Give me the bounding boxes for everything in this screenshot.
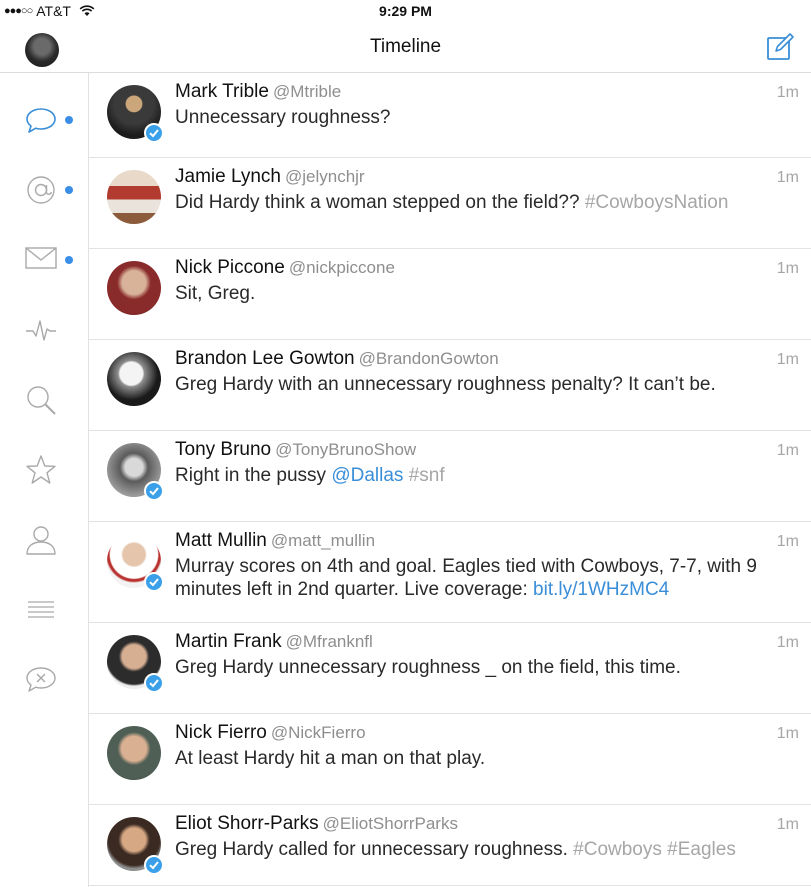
- tweet-timestamp: 1m: [776, 260, 799, 277]
- tweet-row[interactable]: Mark Trible @Mtrible 1m Unnecessary roughne…: [89, 73, 811, 158]
- envelope-icon[interactable]: [24, 241, 58, 275]
- tweet-text-segment: Unnecessary roughness?: [175, 107, 391, 128]
- chat-bubble-icon[interactable]: [24, 103, 58, 137]
- tweet-timestamp: 1m: [776, 84, 799, 101]
- nav-bar: Timeline: [0, 22, 811, 73]
- activity-icon[interactable]: [24, 313, 58, 347]
- tweet-author-name[interactable]: Tony Bruno: [175, 439, 271, 460]
- profile-icon[interactable]: [24, 523, 58, 557]
- tweet-header: Jamie Lynch @jelynchjr: [175, 166, 801, 188]
- tweet-author-name[interactable]: Brandon Lee Gowton: [175, 348, 355, 369]
- tweet-author-handle[interactable]: @TonyBrunoShow: [275, 440, 416, 459]
- tweet-text: Did Hardy think a woman stepped on the f…: [175, 191, 797, 214]
- tweet-timestamp: 1m: [776, 351, 799, 368]
- unread-dot: [65, 256, 73, 264]
- tweet-text: Greg Hardy with an unnecessary roughness…: [175, 373, 797, 396]
- compose-icon[interactable]: [765, 32, 795, 62]
- tweet-avatar[interactable]: [107, 726, 161, 780]
- star-icon[interactable]: [24, 453, 58, 487]
- hashtag-link[interactable]: #Eagles: [667, 839, 736, 860]
- tweet-text: Sit, Greg.: [175, 282, 797, 305]
- muted-icon[interactable]: [24, 663, 58, 697]
- tweet-text: Unnecessary roughness?: [175, 106, 797, 129]
- tweet-row[interactable]: Nick Piccone @nickpiccone 1m Sit, Greg.: [89, 249, 811, 340]
- mention-link[interactable]: @Dallas: [331, 465, 403, 486]
- tweet-row[interactable]: Eliot Shorr-Parks @EliotShorrParks 1m Greg …: [89, 805, 811, 886]
- tweet-text-segment: Murray scores on 4th and goal. Eagles ti…: [175, 556, 757, 600]
- tweet-author-handle[interactable]: @nickpiccone: [289, 258, 395, 277]
- tweet-row[interactable]: Nick Fierro @NickFierro 1m At least Hardy h…: [89, 714, 811, 805]
- tweet-author-name[interactable]: Jamie Lynch: [175, 166, 281, 187]
- tweet-avatar[interactable]: [107, 170, 161, 224]
- tweet-author-handle[interactable]: @NickFierro: [271, 723, 366, 742]
- tweet-author-name[interactable]: Eliot Shorr-Parks: [175, 813, 319, 834]
- tweet-header: Eliot Shorr-Parks @EliotShorrParks: [175, 813, 801, 835]
- tweet-author-name[interactable]: Martin Frank: [175, 631, 282, 652]
- status-bar: ●●●○○ AT&T 9:29 PM: [0, 0, 811, 22]
- tweet-row[interactable]: Martin Frank @Mfranknfl 1m Greg Hardy unnec…: [89, 623, 811, 714]
- verified-badge-icon: [144, 123, 164, 143]
- tweet-text-segment: Did Hardy think a woman stepped on the f…: [175, 192, 585, 213]
- tweet-row[interactable]: Jamie Lynch @jelynchjr 1m Did Hardy think a…: [89, 158, 811, 249]
- tweet-author-handle[interactable]: @matt_mullin: [271, 531, 375, 550]
- status-time: 9:29 PM: [379, 3, 432, 19]
- tweet-avatar[interactable]: [107, 352, 161, 406]
- unread-dot: [65, 186, 73, 194]
- tweet-author-name[interactable]: Matt Mullin: [175, 530, 267, 551]
- tweet-header: Brandon Lee Gowton @BrandonGowton: [175, 348, 801, 370]
- tweet-timestamp: 1m: [776, 634, 799, 651]
- search-icon[interactable]: [24, 383, 58, 417]
- tweet-timestamp: 1m: [776, 816, 799, 833]
- verified-badge-icon: [144, 855, 164, 875]
- tweet-header: Matt Mullin @matt_mullin: [175, 530, 801, 552]
- tweet-header: Tony Bruno @TonyBrunoShow: [175, 439, 801, 461]
- tweet-text: Greg Hardy unnecessary roughness _ on th…: [175, 656, 797, 679]
- tweet-author-handle[interactable]: @Mfranknfl: [286, 632, 373, 651]
- tweet-text: Murray scores on 4th and goal. Eagles ti…: [175, 555, 797, 601]
- sidebar: [0, 73, 89, 887]
- tweet-author-name[interactable]: Mark Trible: [175, 81, 269, 102]
- tweet-text-segment: Greg Hardy with an unnecessary roughness…: [175, 374, 716, 395]
- tweet-text-segment: Greg Hardy unnecessary roughness _ on th…: [175, 657, 681, 678]
- tweet-timestamp: 1m: [776, 442, 799, 459]
- tweet-header: Martin Frank @Mfranknfl: [175, 631, 801, 653]
- tweet-author-handle[interactable]: @EliotShorrParks: [323, 814, 458, 833]
- tweet-text-segment: At least Hardy hit a man on that play.: [175, 748, 486, 769]
- mention-icon[interactable]: [24, 173, 58, 207]
- tweet-header: Mark Trible @Mtrible: [175, 81, 801, 103]
- tweet-timestamp: 1m: [776, 169, 799, 186]
- page-title: Timeline: [369, 36, 442, 57]
- tweet-header: Nick Fierro @NickFierro: [175, 722, 801, 744]
- tweet-text-segment: Sit, Greg.: [175, 283, 256, 304]
- tweet-text: Right in the pussy @Dallas #snf: [175, 464, 797, 487]
- hashtag-link[interactable]: #snf: [409, 465, 445, 486]
- tweet-avatar[interactable]: [107, 261, 161, 315]
- timeline: Mark Trible @Mtrible 1m Unnecessary roughne…: [89, 73, 811, 887]
- tweet-row[interactable]: Brandon Lee Gowton @BrandonGowton 1m Greg H…: [89, 340, 811, 431]
- tweet-text: At least Hardy hit a man on that play.: [175, 747, 797, 770]
- tweet-author-handle[interactable]: @jelynchjr: [285, 167, 365, 186]
- tweet-text-segment: Right in the pussy: [175, 465, 332, 486]
- tweet-text-segment: Greg Hardy called for unnecessary roughn…: [175, 839, 574, 860]
- lists-icon[interactable]: [24, 593, 58, 627]
- tweet-header: Nick Piccone @nickpiccone: [175, 257, 801, 279]
- tweet-text: Greg Hardy called for unnecessary roughn…: [175, 838, 797, 861]
- tweet-timestamp: 1m: [776, 533, 799, 550]
- unread-dot: [65, 116, 73, 124]
- verified-badge-icon: [144, 481, 164, 501]
- tweet-row[interactable]: Tony Bruno @TonyBrunoShow 1m Right in the p…: [89, 431, 811, 522]
- tweet-row[interactable]: Matt Mullin @matt_mullin 1m Murray scores o…: [89, 522, 811, 623]
- tweet-author-name[interactable]: Nick Piccone: [175, 257, 285, 278]
- url-link[interactable]: bit.ly/1WHzMC4: [533, 579, 669, 600]
- tweet-author-handle[interactable]: @BrandonGowton: [359, 349, 499, 368]
- tweet-author-handle[interactable]: @Mtrible: [273, 82, 341, 101]
- hashtag-link[interactable]: #Cowboys: [573, 839, 662, 860]
- tweet-timestamp: 1m: [776, 725, 799, 742]
- hashtag-link[interactable]: #CowboysNation: [585, 192, 729, 213]
- verified-badge-icon: [144, 673, 164, 693]
- tweet-author-name[interactable]: Nick Fierro: [175, 722, 267, 743]
- verified-badge-icon: [144, 572, 164, 592]
